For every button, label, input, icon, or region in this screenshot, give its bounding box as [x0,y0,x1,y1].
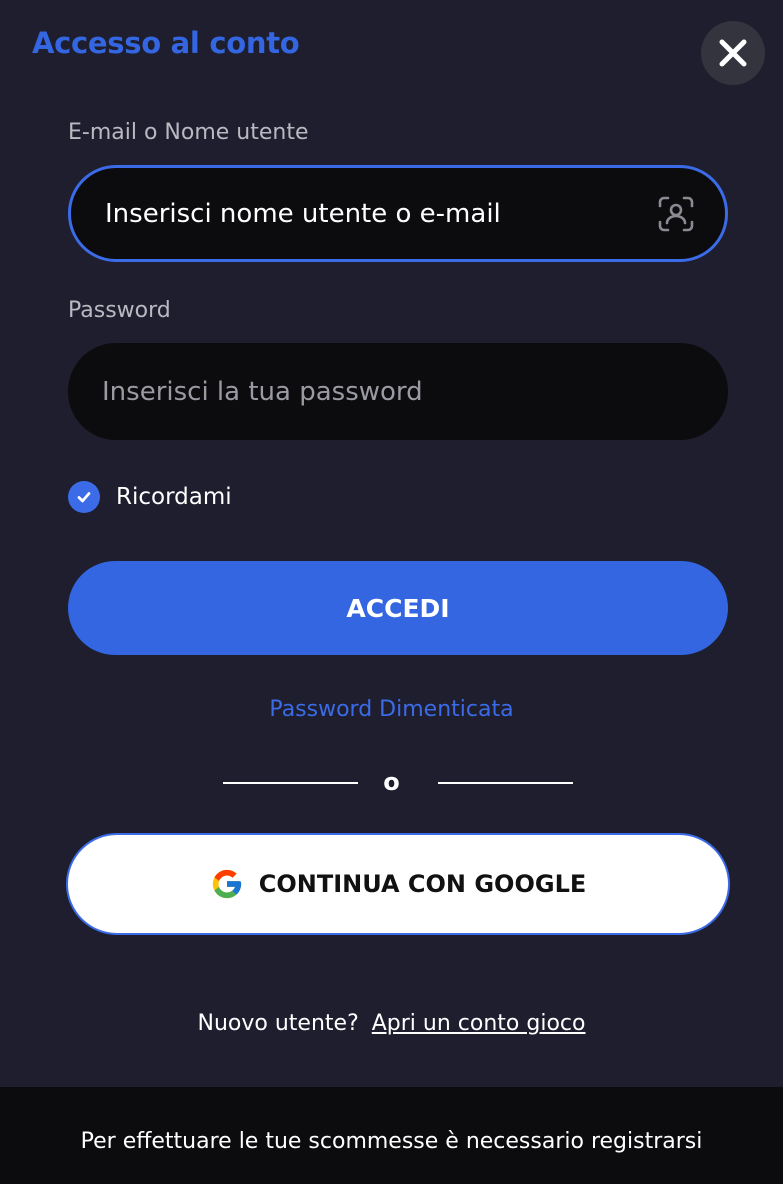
footer-banner: Per effettuare le tue scommesse è necess… [0,1087,783,1184]
dialog-title: Accesso al conto [32,26,300,60]
register-link[interactable]: Apri un conto gioco [372,1011,586,1036]
remember-me-label: Ricordami [116,484,232,510]
email-field[interactable] [105,168,645,259]
register-row: Nuovo utente? Apri un conto gioco [0,1011,783,1036]
google-login-button[interactable]: CONTINUA CON GOOGLE [66,833,730,935]
face-id-icon[interactable] [657,195,695,233]
checkmark-icon [68,481,100,513]
footer-text: Per effettuare le tue scommesse è necess… [80,1129,703,1154]
password-field-wrapper [68,343,728,440]
login-button[interactable]: ACCEDI [68,561,728,655]
forgot-password-row: Password Dimenticata [0,697,783,722]
close-button[interactable] [701,21,765,85]
login-dialog: Accesso al conto E-mail o Nome utente Pa… [0,0,783,1184]
google-icon [212,869,241,899]
password-field[interactable] [102,343,642,440]
register-prompt: Nuovo utente? [197,1011,359,1036]
email-field-wrapper [68,165,728,262]
forgot-password-link[interactable]: Password Dimenticata [269,697,513,722]
divider-line-right [438,782,573,784]
divider-text: o [383,768,400,796]
remember-me-checkbox[interactable]: Ricordami [68,481,232,513]
password-label: Password [68,298,171,323]
email-label: E-mail o Nome utente [68,120,309,145]
close-icon [719,39,747,67]
google-login-label: CONTINUA CON GOOGLE [258,870,587,898]
